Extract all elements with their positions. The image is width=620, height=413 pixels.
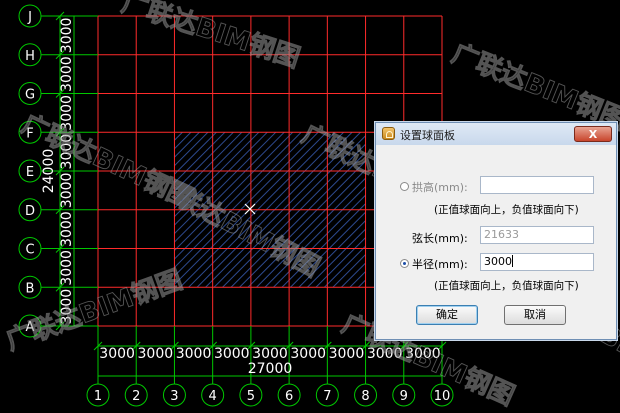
dialog-title: 设置球面板 [400, 129, 455, 142]
col-spacing-label: 3000 [214, 346, 250, 362]
row-axis-label: H [25, 49, 35, 64]
row-axis-label: G [25, 88, 35, 103]
row-spacing-label: 3000 [59, 173, 75, 209]
row-spacing-label: 3000 [59, 56, 75, 92]
col-spacing-label: 3000 [290, 346, 326, 362]
chord-input[interactable]: 21633 [480, 226, 594, 244]
col-axis-label: 7 [323, 389, 331, 404]
radius-radio[interactable] [400, 259, 409, 268]
dialog-body: 拱高(mm): (正值球面向上，负值球面向下) 弦长(mm): 21633 半径… [382, 146, 610, 333]
dialog-titlebar[interactable]: 设置球面板 X [376, 123, 616, 145]
col-total-label: 27000 [248, 361, 293, 377]
col-axis-label: 10 [434, 389, 451, 404]
col-axis-label: 3 [170, 389, 178, 404]
row-axis-label: E [26, 165, 34, 180]
cad-viewport[interactable]: J H G F E D C B A 3000 3000 3000 3000 3000 3000 3000 300… [0, 0, 620, 413]
row-axis-label: C [25, 243, 34, 258]
col-axis-label: 6 [285, 389, 293, 404]
col-spacing-label: 3000 [99, 346, 135, 362]
radius-value: 3000 [484, 255, 512, 268]
cancel-button[interactable]: 取消 [504, 305, 566, 325]
row-spacing-label: 3000 [59, 211, 75, 247]
col-axis-label: 4 [209, 389, 217, 404]
row-total-label: 24000 [41, 149, 57, 194]
col-spacing-label: 3000 [138, 346, 174, 362]
col-spacing-label: 3000 [252, 346, 288, 362]
set-spherical-panel-dialog[interactable]: 设置球面板 X 拱高(mm): (正值球面向上，负值球面向下) 弦长(mm): … [375, 122, 617, 340]
col-axis-label: 5 [247, 389, 255, 404]
row-spacing-label: 3000 [59, 18, 75, 54]
radius-label: 半径(mm): [412, 258, 468, 271]
col-axis-label: 9 [400, 389, 408, 404]
arch-height-hint: (正值球面向上，负值球面向下) [434, 204, 579, 216]
radius-hint: (正值球面向上，负值球面向下) [434, 280, 579, 292]
text-caret [512, 255, 513, 267]
arch-height-radio[interactable] [400, 182, 409, 191]
row-axis-label: J [27, 10, 32, 25]
col-axis-label: 2 [132, 389, 140, 404]
col-axis-label: 8 [361, 389, 369, 404]
arch-height-label: 拱高(mm): [412, 181, 468, 194]
row-axis-label: D [25, 204, 35, 219]
row-axis-label: B [26, 281, 35, 296]
app-icon [382, 127, 395, 140]
arch-height-input[interactable] [480, 176, 594, 194]
radius-input[interactable]: 3000 [480, 253, 594, 271]
col-spacing-label: 3000 [329, 346, 365, 362]
chord-label: 弦长(mm): [412, 232, 468, 245]
row-spacing-label: 3000 [59, 250, 75, 286]
close-button[interactable]: X [574, 126, 612, 142]
ok-button[interactable]: 确定 [416, 305, 478, 325]
col-axis-label: 1 [94, 389, 102, 404]
col-spacing-label: 3000 [176, 346, 212, 362]
